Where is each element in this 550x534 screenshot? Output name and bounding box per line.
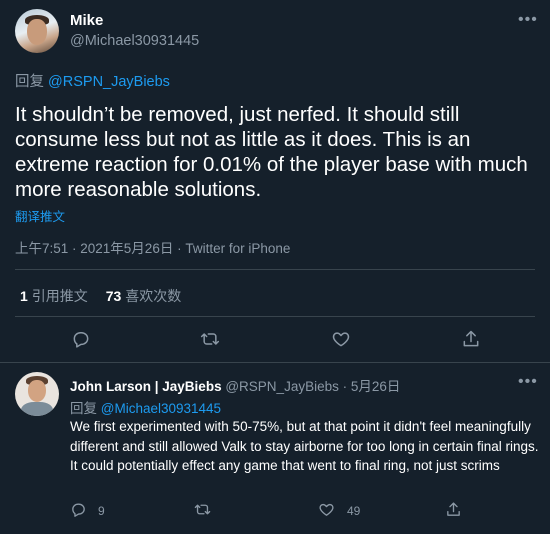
avatar[interactable] bbox=[15, 372, 59, 416]
quote-count: 1 bbox=[20, 288, 28, 304]
like-icon[interactable] bbox=[318, 501, 335, 518]
tweet-text: It shouldn’t be removed, just nerfed. It… bbox=[15, 103, 528, 201]
more-dots-icon[interactable]: ••• bbox=[518, 373, 538, 391]
author-name[interactable]: Mike bbox=[70, 12, 103, 29]
separator: · bbox=[342, 379, 348, 394]
author-name[interactable]: John Larson | JayBiebs bbox=[70, 379, 222, 394]
tweet-text: We first experimented with 50-75%, but a… bbox=[70, 419, 539, 473]
quote-label: 引用推文 bbox=[31, 288, 88, 304]
divider bbox=[15, 316, 535, 317]
quote-stat[interactable]: 1 引用推文 bbox=[20, 288, 88, 304]
reply-icon[interactable] bbox=[71, 329, 91, 349]
reply-prefix: 回复 bbox=[15, 74, 44, 90]
author-handle[interactable]: @Michael30931445 bbox=[70, 33, 199, 49]
tweet-stats: 1 引用推文 73 喜欢次数 bbox=[20, 286, 195, 306]
retweet-icon[interactable] bbox=[200, 329, 220, 349]
author-handle[interactable]: @RSPN_JayBiebs bbox=[225, 379, 339, 394]
avatar-face bbox=[27, 19, 47, 45]
like-stat[interactable]: 73 喜欢次数 bbox=[106, 288, 182, 304]
share-icon[interactable] bbox=[445, 501, 462, 518]
retweet-icon[interactable] bbox=[194, 501, 211, 518]
tweet-date[interactable]: 5月26日 bbox=[351, 379, 401, 394]
reply-to-link[interactable]: @Michael30931445 bbox=[101, 401, 221, 416]
avatar-face bbox=[28, 380, 46, 402]
tweet-meta[interactable]: 上午7:51 · 2021年5月26日 · Twitter for iPhone bbox=[15, 237, 290, 257]
more-dots-icon[interactable]: ••• bbox=[518, 11, 538, 29]
like-icon[interactable] bbox=[331, 329, 351, 349]
share-icon[interactable] bbox=[461, 329, 481, 349]
like-count: 73 bbox=[105, 288, 122, 304]
reply-header: John Larson | JayBiebs @RSPN_JayBiebs · … bbox=[70, 375, 400, 395]
reply-prefix: 回复 bbox=[70, 401, 97, 416]
avatar-shirt bbox=[21, 402, 53, 416]
like-label: 喜欢次数 bbox=[125, 288, 182, 304]
divider bbox=[0, 362, 550, 363]
avatar[interactable] bbox=[15, 9, 59, 53]
reply-to-link[interactable]: @RSPN_JayBiebs bbox=[48, 74, 170, 90]
replying-to: 回复 @Michael30931445 bbox=[70, 397, 221, 417]
divider bbox=[15, 269, 535, 270]
translate-link[interactable]: 翻译推文 bbox=[15, 206, 65, 225]
reply-icon[interactable] bbox=[70, 501, 87, 518]
reply-count: 9 bbox=[98, 504, 105, 518]
like-count: 49 bbox=[347, 504, 361, 518]
replying-to: 回复 @RSPN_JayBiebs bbox=[15, 70, 170, 91]
